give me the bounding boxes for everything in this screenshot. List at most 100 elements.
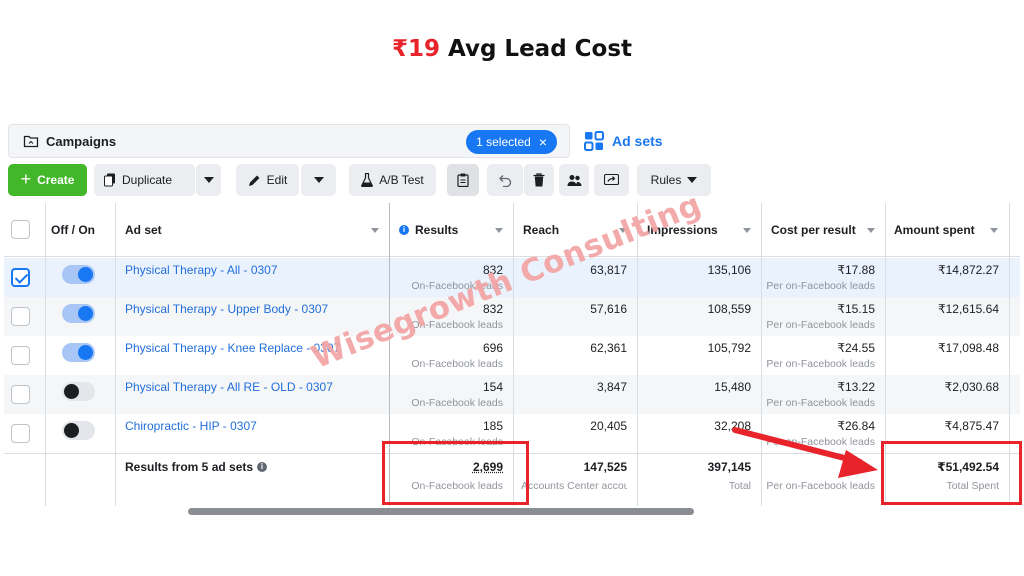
chevron-down-icon [313,177,324,183]
amount-value: ₹4,875.47 [944,419,999,433]
results-sub: On-Facebook leads [411,319,503,331]
export-button[interactable] [594,164,629,196]
info-icon: i [257,462,268,472]
table-row[interactable]: Physical Therapy - Knee Replace - 0307 69… [4,336,1020,375]
footer-impressions-value: 397,145 [707,460,751,474]
column-divider [761,203,762,506]
amount-highlight-box [881,441,1022,505]
toggle-knob [64,384,79,399]
cpr-cell: ₹24.55 Per on-Facebook leads [761,336,885,375]
ad-set-name-link[interactable]: Physical Therapy - Upper Body - 0307 [115,297,389,336]
chevron-down-icon [203,177,214,183]
on-off-toggle[interactable] [62,304,95,323]
ad-set-name-link[interactable]: Physical Therapy - Knee Replace - 0307 [115,336,389,375]
header-reach-label: Reach [523,223,560,237]
campaigns-tab[interactable]: Campaigns 1 selected × [8,124,570,158]
header-cpr-label: Cost per result [771,223,856,237]
ab-test-label: A/B Test [379,173,424,187]
selected-count: 1 selected [476,135,531,149]
duplicate-button[interactable]: Duplicate [94,164,195,196]
table-row[interactable]: Physical Therapy - All - 0307 832 On-Faceb… [4,258,1020,297]
header-impressions-label: Impressions [647,223,718,237]
edit-label: Edit [266,173,288,187]
header-results[interactable]: i Results [399,203,513,257]
impressions-value: 108,559 [707,302,751,316]
header-reach[interactable]: Reach [523,203,637,257]
on-off-toggle[interactable] [62,265,95,284]
row-checkbox[interactable] [11,424,30,443]
toggle-knob [64,423,79,438]
campaigns-label: Campaigns [46,133,117,149]
row-checkbox[interactable] [11,346,30,365]
amount-value: ₹12,615.64 [937,302,999,316]
footer-label-text: Results from 5 ad sets [125,460,254,474]
amount-cell: ₹12,615.64 [885,297,1009,336]
select-all-checkbox[interactable] [11,220,30,239]
ab-test-button[interactable]: A/B Test [349,164,436,196]
on-off-toggle[interactable] [62,421,95,440]
results-sub: On-Facebook leads [411,280,503,292]
results-value: 696 [482,341,503,355]
adsets-label: Ad sets [612,133,663,149]
chevron-down-icon [687,177,698,183]
cpr-sub: Per on-Facebook leads [766,397,875,409]
on-off-toggle[interactable] [62,382,95,401]
create-button[interactable]: + Create [8,164,87,196]
edit-dropdown[interactable] [301,164,336,196]
footer-reach: 147,525 Accounts Center accounts [513,454,637,506]
column-divider [115,203,116,506]
undo-button[interactable] [487,164,523,196]
horizontal-scrollbar[interactable] [188,508,694,515]
adsets-tab[interactable]: Ad sets [584,126,663,156]
toggle-knob [78,345,93,360]
duplicate-dropdown[interactable] [196,164,221,196]
reach-value: 63,817 [590,263,627,277]
footer-label: Results from 5 ad sets i [125,460,268,474]
on-off-toggle[interactable] [62,343,95,362]
results-sub: On-Facebook leads [411,358,503,370]
row-checkbox[interactable] [11,385,30,404]
results-value: 185 [482,419,503,433]
toolbar: + Create Duplicate Edit A/B Test Rules [8,164,1018,196]
ad-set-name-link[interactable]: Physical Therapy - All RE - OLD - 0307 [115,375,389,414]
impressions-cell: 32,208 [637,414,761,453]
selected-pill[interactable]: 1 selected × [466,130,557,154]
results-value: 154 [482,380,503,394]
clipboard-button[interactable] [447,164,479,196]
header-impressions[interactable]: Impressions [647,203,761,257]
sort-icon [743,228,751,233]
reach-value: 62,361 [590,341,627,355]
impressions-value: 32,208 [714,419,751,433]
table-row[interactable]: Physical Therapy - Upper Body - 0307 832 O… [4,297,1020,336]
footer-reach-sub: Accounts Center accounts [521,480,627,492]
audience-button[interactable] [559,164,589,196]
header-ad-set[interactable]: Ad set [125,203,389,257]
footer-reach-value: 147,525 [583,460,627,474]
header-amount-spent[interactable]: Amount spent [894,203,1008,257]
delete-button[interactable] [524,164,554,196]
rules-button[interactable]: Rules [637,164,711,196]
footer-impressions-sub: Total [728,480,751,492]
flask-icon [361,173,374,187]
results-cell: 154 On-Facebook leads [389,375,513,414]
amount-cell: ₹2,030.68 [885,375,1009,414]
ad-set-name-link[interactable]: Chiropractic - HIP - 0307 [115,414,389,453]
header-off-on: Off / On [51,203,115,257]
sort-icon [495,228,503,233]
folder-icon [23,135,39,148]
plus-icon: + [20,168,32,189]
edit-button[interactable]: Edit [236,164,299,196]
cpr-cell: ₹13.22 Per on-Facebook leads [761,375,885,414]
reach-cell: 3,847 [513,375,637,414]
header-results-label: Results [415,223,459,237]
row-checkbox[interactable] [11,268,30,287]
cpr-cell: ₹15.15 Per on-Facebook leads [761,297,885,336]
close-icon[interactable]: × [539,134,547,150]
amount-value: ₹17,098.48 [937,341,999,355]
row-checkbox[interactable] [11,307,30,326]
cpr-sub: Per on-Facebook leads [766,436,875,448]
reach-cell: 63,817 [513,258,637,297]
table-row[interactable]: Physical Therapy - All RE - OLD - 0307 15… [4,375,1020,414]
ad-set-name-link[interactable]: Physical Therapy - All - 0307 [115,258,389,297]
header-cost-per-result[interactable]: Cost per result [771,203,885,257]
